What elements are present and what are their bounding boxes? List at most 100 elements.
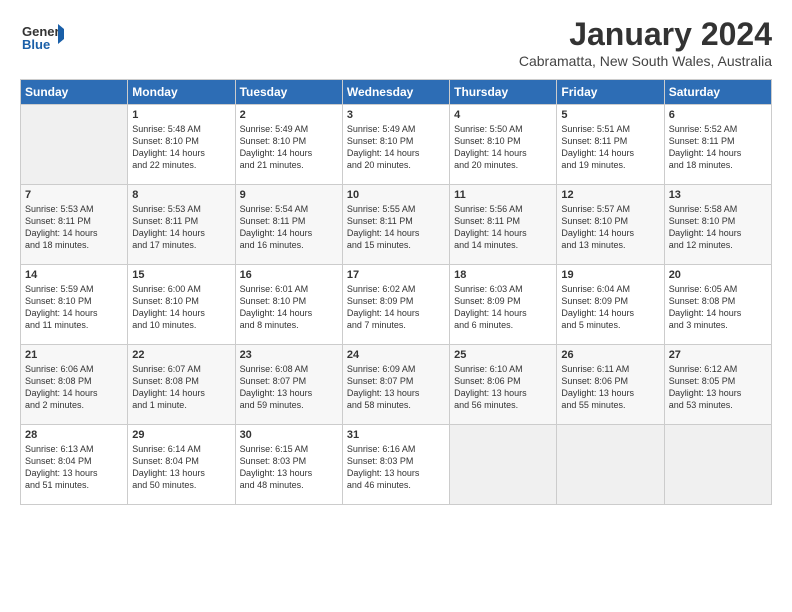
day-info: Sunrise: 6:02 AM Sunset: 8:09 PM Dayligh… [347,283,445,332]
day-number: 24 [347,349,445,361]
calendar-header-row: SundayMondayTuesdayWednesdayThursdayFrid… [21,80,772,105]
day-info: Sunrise: 5:59 AM Sunset: 8:10 PM Dayligh… [25,283,123,332]
day-info: Sunrise: 5:48 AM Sunset: 8:10 PM Dayligh… [132,123,230,172]
calendar-cell: 15Sunrise: 6:00 AM Sunset: 8:10 PM Dayli… [128,265,235,345]
day-info: Sunrise: 5:53 AM Sunset: 8:11 PM Dayligh… [132,203,230,252]
day-info: Sunrise: 5:51 AM Sunset: 8:11 PM Dayligh… [561,123,659,172]
column-header-tuesday: Tuesday [235,80,342,105]
week-row-5: 28 Sunrise: 6:13 AM Sunset: 8:04 PM Dayli… [21,425,772,505]
calendar-body: 1 Sunrise: 5:48 AM Sunset: 8:10 PM Daylig… [21,105,772,505]
day-number: 21 [25,349,123,361]
day-number: 8 [132,189,230,201]
week-row-1: 1 Sunrise: 5:48 AM Sunset: 8:10 PM Daylig… [21,105,772,185]
day-info: Sunrise: 5:56 AM Sunset: 8:11 PM Dayligh… [454,203,552,252]
calendar-cell: 8 Sunrise: 5:53 AM Sunset: 8:11 PM Daylig… [128,185,235,265]
page-container: General Blue January 2024 Cabramatta, Ne… [0,0,792,515]
day-info: Sunrise: 6:14 AM Sunset: 8:04 PM Dayligh… [132,443,230,492]
calendar-cell: 2 Sunrise: 5:49 AM Sunset: 8:10 PM Daylig… [235,105,342,185]
day-number: 20 [669,269,767,281]
calendar-cell: 11Sunrise: 5:56 AM Sunset: 8:11 PM Dayli… [450,185,557,265]
calendar-cell: 30 Sunrise: 6:15 AM Sunset: 8:03 PM Dayli… [235,425,342,505]
day-info: Sunrise: 5:58 AM Sunset: 8:10 PM Dayligh… [669,203,767,252]
day-info: Sunrise: 6:04 AM Sunset: 8:09 PM Dayligh… [561,283,659,332]
day-number: 13 [669,189,767,201]
calendar-cell: 12 Sunrise: 5:57 AM Sunset: 8:10 PM Dayli… [557,185,664,265]
day-info: Sunrise: 5:49 AM Sunset: 8:10 PM Dayligh… [347,123,445,172]
day-info: Sunrise: 6:00 AM Sunset: 8:10 PM Dayligh… [132,283,230,332]
day-number: 23 [240,349,338,361]
calendar-cell: 18 Sunrise: 6:03 AM Sunset: 8:09 PM Dayli… [450,265,557,345]
day-number: 28 [25,429,123,441]
month-title: January 2024 [519,16,772,53]
day-number: 22 [132,349,230,361]
day-info: Sunrise: 6:10 AM Sunset: 8:06 PM Dayligh… [454,363,552,412]
day-info: Sunrise: 5:52 AM Sunset: 8:11 PM Dayligh… [669,123,767,172]
column-header-monday: Monday [128,80,235,105]
day-number: 1 [132,109,230,121]
day-number: 17 [347,269,445,281]
logo-icon: General Blue [20,16,64,60]
day-info: Sunrise: 6:07 AM Sunset: 8:08 PM Dayligh… [132,363,230,412]
day-number: 25 [454,349,552,361]
column-header-thursday: Thursday [450,80,557,105]
day-info: Sunrise: 6:03 AM Sunset: 8:09 PM Dayligh… [454,283,552,332]
calendar-cell: 31 Sunrise: 6:16 AM Sunset: 8:03 PM Dayli… [342,425,449,505]
day-info: Sunrise: 5:54 AM Sunset: 8:11 PM Dayligh… [240,203,338,252]
column-header-friday: Friday [557,80,664,105]
day-number: 26 [561,349,659,361]
calendar-cell: 6Sunrise: 5:52 AM Sunset: 8:11 PM Daylig… [664,105,771,185]
calendar-cell: 29 Sunrise: 6:14 AM Sunset: 8:04 PM Dayli… [128,425,235,505]
calendar-cell: 19 Sunrise: 6:04 AM Sunset: 8:09 PM Dayli… [557,265,664,345]
week-row-3: 14 Sunrise: 5:59 AM Sunset: 8:10 PM Dayli… [21,265,772,345]
day-number: 12 [561,189,659,201]
calendar-cell: 3 Sunrise: 5:49 AM Sunset: 8:10 PM Daylig… [342,105,449,185]
day-number: 9 [240,189,338,201]
day-info: Sunrise: 6:15 AM Sunset: 8:03 PM Dayligh… [240,443,338,492]
calendar-cell [450,425,557,505]
day-info: Sunrise: 6:13 AM Sunset: 8:04 PM Dayligh… [25,443,123,492]
calendar-cell: 1 Sunrise: 5:48 AM Sunset: 8:10 PM Daylig… [128,105,235,185]
day-number: 3 [347,109,445,121]
calendar-cell [664,425,771,505]
calendar-cell: 7Sunrise: 5:53 AM Sunset: 8:11 PM Daylig… [21,185,128,265]
day-number: 27 [669,349,767,361]
calendar-cell: 22 Sunrise: 6:07 AM Sunset: 8:08 PM Dayli… [128,345,235,425]
day-number: 4 [454,109,552,121]
location: Cabramatta, New South Wales, Australia [519,53,772,69]
calendar-cell: 23 Sunrise: 6:08 AM Sunset: 8:07 PM Dayli… [235,345,342,425]
day-info: Sunrise: 5:53 AM Sunset: 8:11 PM Dayligh… [25,203,123,252]
title-block: January 2024 Cabramatta, New South Wales… [519,16,772,69]
day-number: 14 [25,269,123,281]
day-number: 19 [561,269,659,281]
header: General Blue January 2024 Cabramatta, Ne… [20,16,772,69]
day-info: Sunrise: 6:01 AM Sunset: 8:10 PM Dayligh… [240,283,338,332]
calendar-cell: 27 Sunrise: 6:12 AM Sunset: 8:05 PM Dayli… [664,345,771,425]
day-number: 31 [347,429,445,441]
calendar-cell: 28 Sunrise: 6:13 AM Sunset: 8:04 PM Dayli… [21,425,128,505]
calendar-cell: 14 Sunrise: 5:59 AM Sunset: 8:10 PM Dayli… [21,265,128,345]
calendar-cell: 9 Sunrise: 5:54 AM Sunset: 8:11 PM Daylig… [235,185,342,265]
calendar-cell: 26Sunrise: 6:11 AM Sunset: 8:06 PM Dayli… [557,345,664,425]
calendar-cell: 20 Sunrise: 6:05 AM Sunset: 8:08 PM Dayli… [664,265,771,345]
svg-text:Blue: Blue [22,37,50,52]
calendar-cell: 4Sunrise: 5:50 AM Sunset: 8:10 PM Daylig… [450,105,557,185]
day-info: Sunrise: 5:49 AM Sunset: 8:10 PM Dayligh… [240,123,338,172]
day-number: 18 [454,269,552,281]
day-info: Sunrise: 6:06 AM Sunset: 8:08 PM Dayligh… [25,363,123,412]
day-number: 30 [240,429,338,441]
calendar-table: SundayMondayTuesdayWednesdayThursdayFrid… [20,79,772,505]
day-info: Sunrise: 6:09 AM Sunset: 8:07 PM Dayligh… [347,363,445,412]
column-header-sunday: Sunday [21,80,128,105]
day-number: 10 [347,189,445,201]
day-info: Sunrise: 6:12 AM Sunset: 8:05 PM Dayligh… [669,363,767,412]
calendar-cell: 16 Sunrise: 6:01 AM Sunset: 8:10 PM Dayli… [235,265,342,345]
day-number: 29 [132,429,230,441]
day-number: 16 [240,269,338,281]
day-info: Sunrise: 6:08 AM Sunset: 8:07 PM Dayligh… [240,363,338,412]
day-number: 2 [240,109,338,121]
calendar-cell [21,105,128,185]
calendar-cell: 10Sunrise: 5:55 AM Sunset: 8:11 PM Dayli… [342,185,449,265]
day-info: Sunrise: 5:57 AM Sunset: 8:10 PM Dayligh… [561,203,659,252]
day-info: Sunrise: 6:05 AM Sunset: 8:08 PM Dayligh… [669,283,767,332]
day-info: Sunrise: 6:16 AM Sunset: 8:03 PM Dayligh… [347,443,445,492]
